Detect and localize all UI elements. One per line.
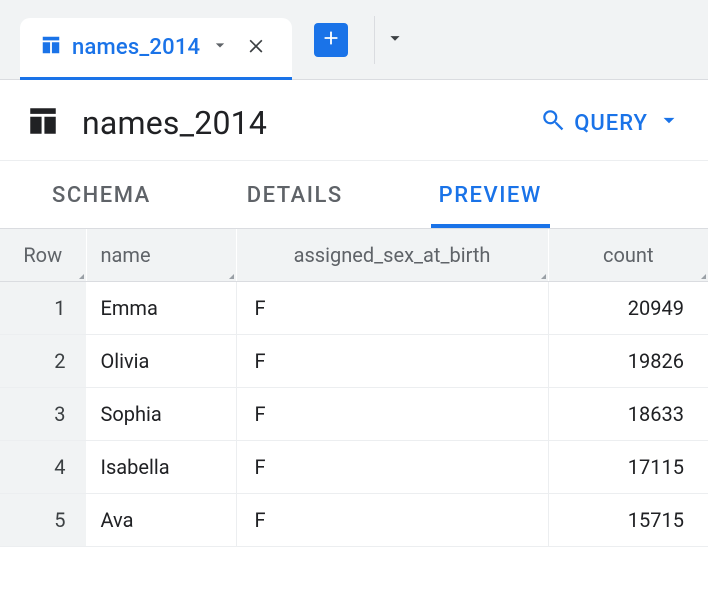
- cell-rownum: 1: [0, 282, 86, 335]
- title-bar: names_2014 QUERY: [0, 80, 708, 161]
- cell-count: 17115: [548, 441, 708, 494]
- secondary-tabs: SCHEMA DETAILS PREVIEW: [0, 161, 708, 229]
- cell-sex: F: [236, 335, 548, 388]
- cell-sex: F: [236, 494, 548, 547]
- table-row: 1EmmaF20949: [0, 282, 708, 335]
- tab-schema[interactable]: SCHEMA: [44, 161, 159, 228]
- col-header-row[interactable]: Row: [0, 229, 86, 282]
- table-row: 5AvaF15715: [0, 494, 708, 547]
- cell-count: 18633: [548, 388, 708, 441]
- table-title: names_2014: [82, 104, 267, 142]
- tab-title: names_2014: [72, 35, 200, 60]
- search-icon: [540, 107, 566, 139]
- query-button[interactable]: QUERY: [540, 107, 682, 139]
- cell-rownum: 5: [0, 494, 86, 547]
- cell-name: Isabella: [86, 441, 236, 494]
- table-row: 4IsabellaF17115: [0, 441, 708, 494]
- tab-preview[interactable]: PREVIEW: [431, 161, 550, 228]
- cell-rownum: 3: [0, 388, 86, 441]
- cell-name: Sophia: [86, 388, 236, 441]
- cell-name: Ava: [86, 494, 236, 547]
- cell-sex: F: [236, 282, 548, 335]
- tab-caret-icon[interactable]: [210, 35, 230, 59]
- caret-down-icon: [384, 27, 406, 53]
- tab-more-button[interactable]: [374, 16, 414, 64]
- cell-count: 19826: [548, 335, 708, 388]
- col-header-count[interactable]: count: [548, 229, 708, 282]
- cell-count: 20949: [548, 282, 708, 335]
- tab-details[interactable]: DETAILS: [239, 161, 351, 228]
- tab-strip: names_2014: [0, 0, 708, 80]
- tab-close-button[interactable]: [240, 29, 272, 65]
- cell-sex: F: [236, 441, 548, 494]
- table-icon: [40, 34, 62, 60]
- plus-icon: [320, 27, 342, 53]
- cell-sex: F: [236, 388, 548, 441]
- cell-name: Emma: [86, 282, 236, 335]
- new-tab-button[interactable]: [314, 23, 348, 57]
- cell-rownum: 2: [0, 335, 86, 388]
- col-header-name[interactable]: name: [86, 229, 236, 282]
- tab-active[interactable]: names_2014: [20, 18, 292, 80]
- cell-count: 15715: [548, 494, 708, 547]
- cell-rownum: 4: [0, 441, 86, 494]
- cell-name: Olivia: [86, 335, 236, 388]
- caret-down-icon: [656, 107, 682, 139]
- table-row: 2OliviaF19826: [0, 335, 708, 388]
- table-icon: [26, 104, 60, 142]
- table-row: 3SophiaF18633: [0, 388, 708, 441]
- preview-table: Row name assigned_sex_at_birth count 1Em…: [0, 229, 708, 547]
- col-header-sex[interactable]: assigned_sex_at_birth: [236, 229, 548, 282]
- query-button-label: QUERY: [574, 111, 648, 136]
